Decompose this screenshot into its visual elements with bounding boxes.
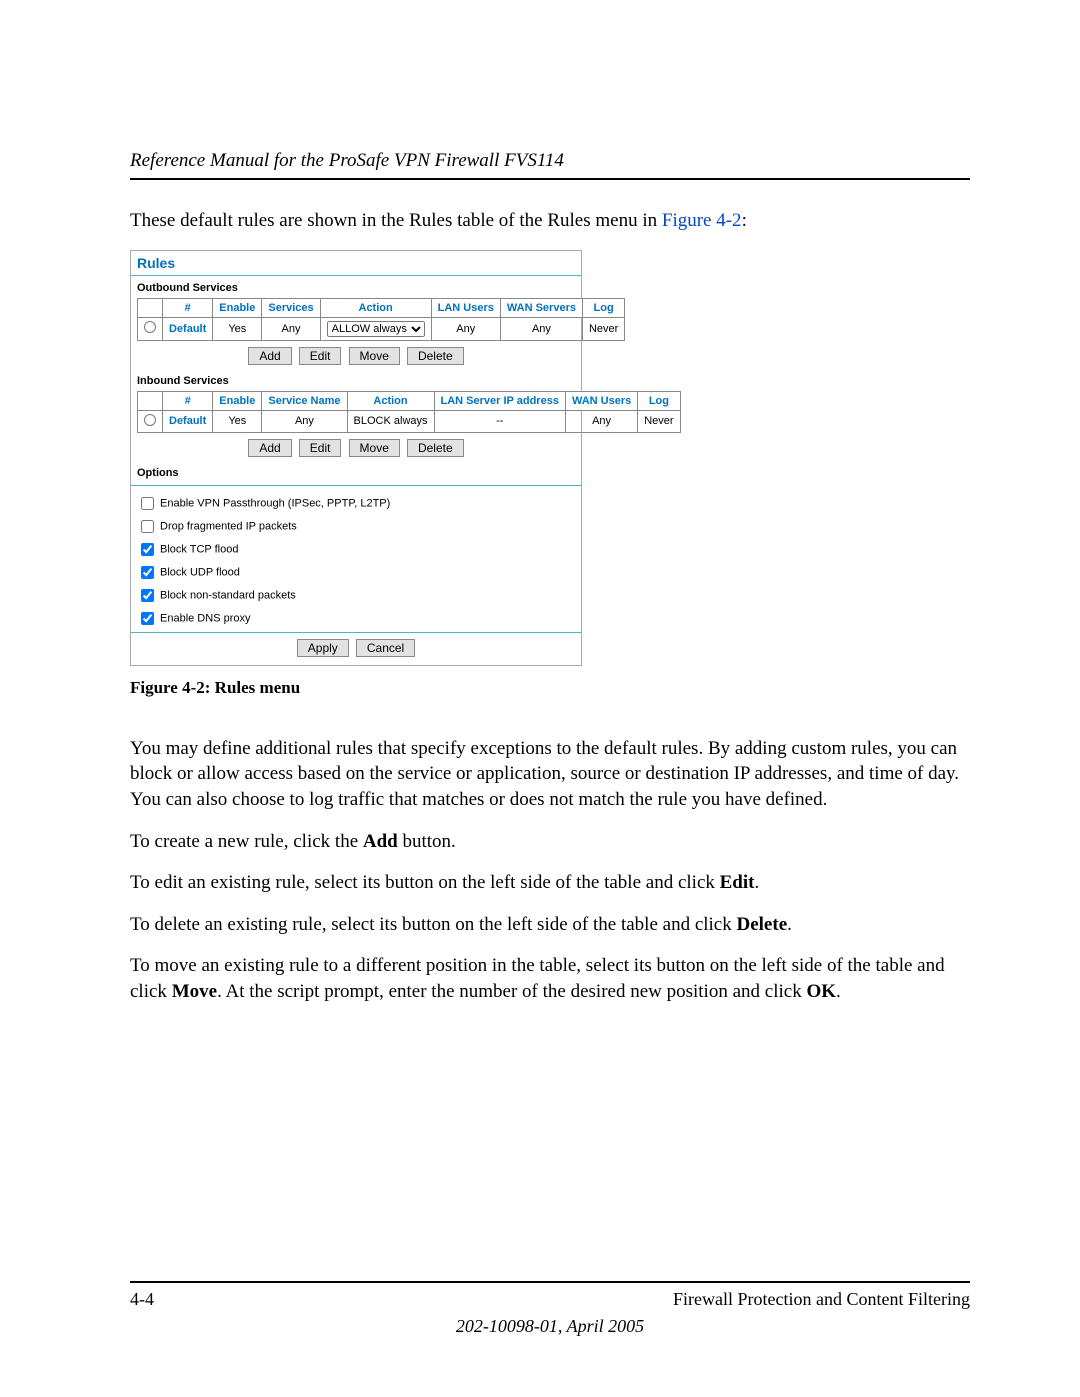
- doc-id: 202-10098-01, April 2005: [130, 1316, 970, 1337]
- paragraph-edit: To edit an existing rule, select its but…: [130, 870, 970, 896]
- inbound-header-num: #: [163, 391, 213, 410]
- outbound-header-num: #: [163, 298, 213, 317]
- option-checkbox[interactable]: [141, 566, 154, 579]
- option-text: Block TCP flood: [160, 543, 238, 555]
- page-number: 4-4: [130, 1289, 154, 1310]
- inbound-service: Any: [262, 410, 347, 432]
- option-text: Enable VPN Passthrough (IPSec, PPTP, L2T…: [160, 497, 390, 509]
- inbound-header-select: [138, 391, 163, 410]
- option-row: Enable VPN Passthrough (IPSec, PPTP, L2T…: [137, 492, 575, 515]
- intro-text-post: :: [742, 210, 747, 231]
- option-checkbox[interactable]: [141, 497, 154, 510]
- option-text: Block non-standard packets: [160, 589, 296, 601]
- inbound-header-log: Log: [638, 391, 680, 410]
- section-title: Firewall Protection and Content Filterin…: [673, 1289, 970, 1310]
- divider: [131, 275, 581, 276]
- option-text: Enable DNS proxy: [160, 612, 251, 624]
- outbound-header-log: Log: [582, 298, 624, 317]
- outbound-lan: Any: [431, 317, 500, 340]
- option-text: Block UDP flood: [160, 566, 240, 578]
- rules-title: Rules: [131, 251, 581, 273]
- move-button[interactable]: Move: [349, 439, 400, 457]
- row-select-radio[interactable]: [144, 414, 156, 426]
- outbound-header-action: Action: [320, 298, 431, 317]
- paragraph-add: To create a new rule, click the Add butt…: [130, 829, 970, 855]
- inbound-table: # Enable Service Name Action LAN Server …: [137, 391, 681, 433]
- move-button[interactable]: Move: [349, 347, 400, 365]
- outbound-label: Outbound Services: [131, 282, 581, 298]
- outbound-services: Any: [262, 317, 320, 340]
- outbound-header-services: Services: [262, 298, 320, 317]
- option-row: Drop fragmented IP packets: [137, 515, 575, 538]
- outbound-wan: Any: [500, 317, 582, 340]
- add-button[interactable]: Add: [248, 439, 291, 457]
- intro-paragraph: These default rules are shown in the Rul…: [130, 208, 970, 234]
- inbound-num: Default: [163, 410, 213, 432]
- inbound-log: Never: [638, 410, 680, 432]
- option-checkbox[interactable]: [141, 543, 154, 556]
- delete-button[interactable]: Delete: [407, 439, 464, 457]
- inbound-wan: Any: [565, 410, 637, 432]
- option-checkbox[interactable]: [141, 520, 154, 533]
- divider: [131, 485, 581, 486]
- add-button[interactable]: Add: [248, 347, 291, 365]
- option-checkbox[interactable]: [141, 612, 154, 625]
- option-row: Block non-standard packets: [137, 584, 575, 607]
- outbound-num: Default: [163, 317, 213, 340]
- intro-text-pre: These default rules are shown in the Rul…: [130, 210, 662, 231]
- divider: [131, 632, 581, 633]
- options-list: Enable VPN Passthrough (IPSec, PPTP, L2T…: [131, 492, 581, 630]
- page-footer: 4-4 Firewall Protection and Content Filt…: [130, 1281, 970, 1337]
- option-text: Drop fragmented IP packets: [160, 520, 297, 532]
- inbound-header-action: Action: [347, 391, 434, 410]
- inbound-lanip: --: [434, 410, 565, 432]
- inbound-header-service: Service Name: [262, 391, 347, 410]
- inbound-header-lanip: LAN Server IP address: [434, 391, 565, 410]
- outbound-log: Never: [582, 317, 624, 340]
- outbound-action-select[interactable]: ALLOW always: [327, 321, 425, 337]
- option-row: Block UDP flood: [137, 561, 575, 584]
- outbound-row: Default Yes Any ALLOW always Any Any Nev…: [138, 317, 625, 340]
- inbound-enable: Yes: [213, 410, 262, 432]
- delete-button[interactable]: Delete: [407, 347, 464, 365]
- outbound-table: # Enable Services Action LAN Users WAN S…: [137, 298, 625, 341]
- outbound-header-lan: LAN Users: [431, 298, 500, 317]
- outbound-header-wan: WAN Servers: [500, 298, 582, 317]
- inbound-header-wan: WAN Users: [565, 391, 637, 410]
- paragraph-define-rules: You may define additional rules that spe…: [130, 736, 970, 813]
- row-select-radio[interactable]: [144, 321, 156, 333]
- inbound-action: BLOCK always: [347, 410, 434, 432]
- inbound-row: Default Yes Any BLOCK always -- Any Neve…: [138, 410, 681, 432]
- figure-link[interactable]: Figure 4-2: [662, 210, 742, 231]
- inbound-header-enable: Enable: [213, 391, 262, 410]
- inbound-label: Inbound Services: [131, 375, 581, 391]
- apply-button[interactable]: Apply: [297, 639, 349, 657]
- edit-button[interactable]: Edit: [299, 439, 342, 457]
- outbound-buttons: Add Edit Move Delete: [131, 347, 581, 365]
- option-row: Block TCP flood: [137, 538, 575, 561]
- option-row: Enable DNS proxy: [137, 607, 575, 630]
- inbound-buttons: Add Edit Move Delete: [131, 439, 581, 457]
- apply-cancel-row: Apply Cancel: [131, 639, 581, 657]
- figure-rules-menu: Rules Outbound Services # Enable Service…: [130, 250, 582, 666]
- running-header: Reference Manual for the ProSafe VPN Fir…: [130, 150, 970, 180]
- figure-caption: Figure 4-2: Rules menu: [130, 678, 970, 698]
- outbound-header-select: [138, 298, 163, 317]
- outbound-enable: Yes: [213, 317, 262, 340]
- outbound-header-enable: Enable: [213, 298, 262, 317]
- edit-button[interactable]: Edit: [299, 347, 342, 365]
- cancel-button[interactable]: Cancel: [356, 639, 415, 657]
- options-label: Options: [131, 467, 581, 483]
- option-checkbox[interactable]: [141, 589, 154, 602]
- paragraph-move: To move an existing rule to a different …: [130, 953, 970, 1004]
- paragraph-delete: To delete an existing rule, select its b…: [130, 912, 970, 938]
